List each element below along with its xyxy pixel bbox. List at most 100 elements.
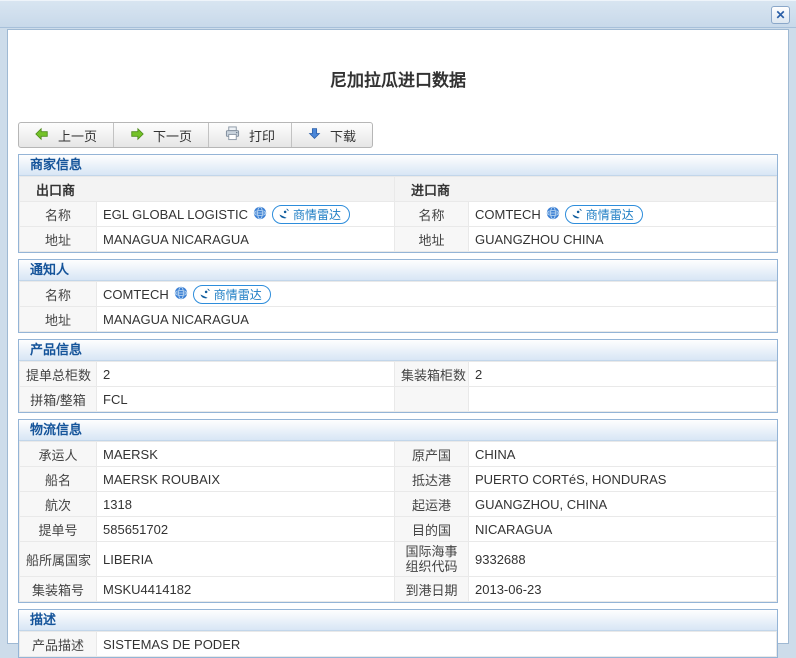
bl-number-value: 585651702: [97, 517, 395, 542]
radar-icon: [571, 207, 583, 222]
carrier-label: 承运人: [20, 442, 97, 467]
destination-country-label: 目的国: [395, 517, 469, 542]
importer-header: 进口商: [395, 177, 777, 202]
print-label: 打印: [249, 126, 275, 145]
radar-link-label: 商情雷达: [586, 206, 634, 223]
importer-address-label: 地址: [395, 227, 469, 252]
notify-table: 名称 COMTECH 商情雷达 地址 MANAGUA NICARAGUA: [19, 281, 777, 332]
notify-section-header: 通知人: [19, 260, 777, 281]
merchant-table: 出口商 进口商 名称 EGL GLOBAL LOGISTIC 商情雷达 名称: [19, 176, 777, 252]
table-row: 拼箱/整箱 FCL: [20, 387, 777, 412]
importer-name-label: 名称: [395, 202, 469, 227]
green-left-arrow-icon: [35, 127, 49, 144]
download-button[interactable]: 下载: [292, 123, 372, 147]
exporter-name-value: EGL GLOBAL LOGISTIC: [103, 207, 248, 222]
exporter-address-value: MANAGUA NICARAGUA: [97, 227, 395, 252]
notify-name-cell: COMTECH 商情雷达: [97, 282, 777, 307]
radar-link-label: 商情雷达: [214, 286, 262, 303]
green-right-arrow-icon: [130, 127, 144, 144]
imo-code-label: 国际海事组织代码: [395, 542, 469, 577]
page-title: 尼加拉瓜进口数据: [18, 66, 778, 91]
bl-total-containers-value: 2: [97, 362, 395, 387]
empty-value-cell: [469, 387, 777, 412]
prev-page-label: 上一页: [58, 126, 97, 145]
exporter-name-label: 名称: [20, 202, 97, 227]
origin-country-label: 原产国: [395, 442, 469, 467]
globe-icon[interactable]: [546, 206, 560, 223]
next-page-button[interactable]: 下一页: [114, 123, 209, 147]
table-row: 提单号 585651702 目的国 NICARAGUA: [20, 517, 777, 542]
table-row: 地址 MANAGUA NICARAGUA: [20, 307, 777, 332]
radar-link[interactable]: 商情雷达: [565, 205, 643, 224]
product-section-header: 产品信息: [19, 340, 777, 361]
prev-page-button[interactable]: 上一页: [19, 123, 114, 147]
radar-link[interactable]: 商情雷达: [272, 205, 350, 224]
table-row: 船名 MAERSK ROUBAIX 抵达港 PUERTO CORTéS, HON…: [20, 467, 777, 492]
globe-icon[interactable]: [174, 286, 188, 303]
product-description-value: SISTEMAS DE PODER: [97, 632, 777, 657]
globe-icon[interactable]: [253, 206, 267, 223]
radar-link[interactable]: 商情雷达: [193, 285, 271, 304]
close-button[interactable]: ✕: [771, 6, 790, 24]
exporter-name-cell: EGL GLOBAL LOGISTIC 商情雷达: [97, 202, 395, 227]
notify-address-label: 地址: [20, 307, 97, 332]
dialog-frame: { "titlebar": { "close_glyph": "✕" }, "p…: [0, 0, 796, 654]
ship-flag-country-label: 船所属国家: [20, 542, 97, 577]
container-number-value: MSKU4414182: [97, 577, 395, 602]
vessel-name-value: MAERSK ROUBAIX: [97, 467, 395, 492]
table-row: 产品描述 SISTEMAS DE PODER: [20, 632, 777, 657]
logistics-section-header: 物流信息: [19, 420, 777, 441]
departure-port-label: 起运港: [395, 492, 469, 517]
download-label: 下载: [330, 126, 356, 145]
arrival-date-label: 到港日期: [395, 577, 469, 602]
voyage-label: 航次: [20, 492, 97, 517]
table-row: 名称 EGL GLOBAL LOGISTIC 商情雷达 名称 COMTECH: [20, 202, 777, 227]
section-notify-party: 通知人 名称 COMTECH 商情雷达 地址: [18, 259, 778, 333]
table-row: 承运人 MAERSK 原产国 CHINA: [20, 442, 777, 467]
section-merchant-info: 商家信息 出口商 进口商 名称 EGL GLOBAL LOGISTIC 商情雷达: [18, 154, 778, 253]
importer-name-cell: COMTECH 商情雷达: [469, 202, 777, 227]
radar-link-label: 商情雷达: [293, 206, 341, 223]
exporter-header: 出口商: [20, 177, 395, 202]
origin-country-value: CHINA: [469, 442, 777, 467]
container-count-label: 集装箱柜数: [395, 362, 469, 387]
table-row: 地址 MANAGUA NICARAGUA 地址 GUANGZHOU CHINA: [20, 227, 777, 252]
radar-icon: [278, 207, 290, 222]
table-row: 航次 1318 起运港 GUANGZHOU, CHINA: [20, 492, 777, 517]
merchant-section-header: 商家信息: [19, 155, 777, 176]
description-table: 产品描述 SISTEMAS DE PODER: [19, 631, 777, 657]
importer-address-value: GUANGZHOU CHINA: [469, 227, 777, 252]
departure-port-value: GUANGZHOU, CHINA: [469, 492, 777, 517]
section-product-info: 产品信息 提单总柜数 2 集装箱柜数 2 拼箱/整箱 FCL: [18, 339, 778, 413]
exporter-address-label: 地址: [20, 227, 97, 252]
product-table: 提单总柜数 2 集装箱柜数 2 拼箱/整箱 FCL: [19, 361, 777, 412]
arrival-date-value: 2013-06-23: [469, 577, 777, 602]
notify-name-value: COMTECH: [103, 287, 169, 302]
section-description: 描述 产品描述 SISTEMAS DE PODER: [18, 609, 778, 658]
importer-name-value: COMTECH: [475, 207, 541, 222]
logistics-table: 承运人 MAERSK 原产国 CHINA 船名 MAERSK ROUBAIX 抵…: [19, 441, 777, 602]
dialog-titlebar: ✕: [0, 0, 796, 28]
empty-label-cell: [395, 387, 469, 412]
container-count-value: 2: [469, 362, 777, 387]
description-section-header: 描述: [19, 610, 777, 631]
bl-number-label: 提单号: [20, 517, 97, 542]
printer-icon: [225, 126, 240, 144]
notify-address-value: MANAGUA NICARAGUA: [97, 307, 777, 332]
arrival-port-value: PUERTO CORTéS, HONDURAS: [469, 467, 777, 492]
container-number-label: 集装箱号: [20, 577, 97, 602]
table-row: 出口商 进口商: [20, 177, 777, 202]
bl-total-containers-label: 提单总柜数: [20, 362, 97, 387]
print-button[interactable]: 打印: [209, 123, 292, 147]
product-description-label: 产品描述: [20, 632, 97, 657]
vessel-name-label: 船名: [20, 467, 97, 492]
table-row: 船所属国家 LIBERIA 国际海事组织代码 9332688: [20, 542, 777, 577]
imo-code-value: 9332688: [469, 542, 777, 577]
ship-flag-country-value: LIBERIA: [97, 542, 395, 577]
arrival-port-label: 抵达港: [395, 467, 469, 492]
voyage-value: 1318: [97, 492, 395, 517]
destination-country-value: NICARAGUA: [469, 517, 777, 542]
lcl-fcl-label: 拼箱/整箱: [20, 387, 97, 412]
blue-down-arrow-icon: [308, 127, 321, 143]
dialog-panel: 尼加拉瓜进口数据 上一页 下一页 打印 下载 商家信息 出口商 进口商: [7, 29, 789, 644]
